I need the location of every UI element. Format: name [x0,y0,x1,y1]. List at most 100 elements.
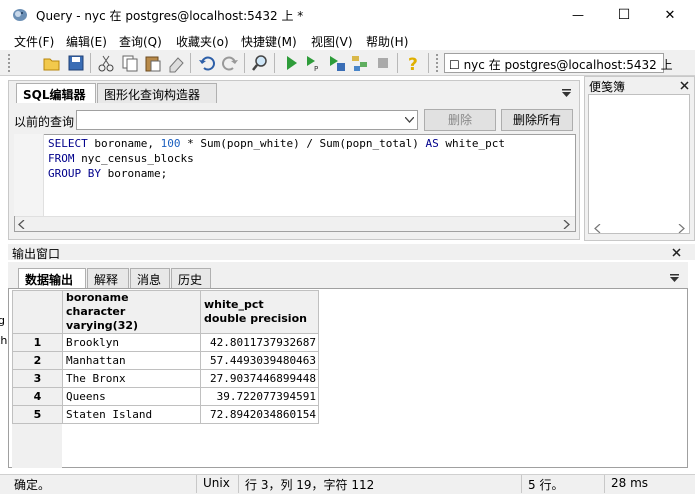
previous-queries-select[interactable] [76,110,418,130]
connection-select[interactable]: ☐ nyc 在 postgres@localhost:5432 上 [444,53,673,73]
toolbar-separator [244,53,245,73]
tab-messages[interactable]: 消息 [130,268,170,288]
delete-all-button[interactable]: 删除所有 [501,109,573,131]
cell-boroname[interactable]: Manhattan [62,351,201,370]
cell-boroname[interactable]: Staten Island [62,405,201,424]
cut-icon[interactable] [96,53,116,73]
cell-boroname[interactable]: The Bronx [62,369,201,388]
code-text: boroname; [100,167,168,180]
execute-file-icon[interactable] [327,53,347,73]
clear-icon[interactable] [166,53,186,73]
explain-analyze-icon[interactable] [350,53,370,73]
toolbar-separator [274,53,275,73]
tab-data-output[interactable]: 数据输出 [18,268,86,288]
row-number[interactable]: 3 [12,369,63,388]
scroll-right-icon[interactable] [563,220,570,229]
toolbar-grip [8,54,14,72]
tab-history[interactable]: 历史 [171,268,211,288]
keyword: SELECT [48,137,88,150]
column-header-boroname[interactable]: boroname character varying(32) [62,290,201,334]
scratch-pad-close-icon[interactable] [680,81,689,90]
menu-edit[interactable]: 编辑(E) [66,33,107,50]
toolbar-separator [397,53,398,73]
close-button[interactable]: ✕ [647,0,693,30]
maximize-icon: ☐ [617,7,631,23]
cell-boroname[interactable]: Brooklyn [62,333,201,352]
cell-white-pct[interactable]: 72.8942034860154 [200,405,319,424]
cell-white-pct[interactable]: 39.722077394591 [200,387,319,406]
maximize-button[interactable]: ☐ [601,0,647,30]
undo-icon[interactable] [197,53,217,73]
output-window-title: 输出窗口 [12,247,61,261]
find-icon[interactable] [250,53,270,73]
keyword: AS [425,137,439,150]
cell-white-pct[interactable]: 27.9037446899448 [200,369,319,388]
table-row: 5 Staten Island 72.8942034860154 [12,405,319,424]
menu-help[interactable]: 帮助(H) [366,33,408,50]
tab-explain[interactable]: 解释 [87,268,129,288]
menu-macros[interactable]: 快捷键(M) [241,33,297,50]
title-bar: Query - nyc 在 postgres@localhost:5432 上 … [0,0,695,30]
save-icon[interactable] [66,53,86,73]
menu-file[interactable]: 文件(F) [14,33,54,50]
editor-gutter [14,134,44,216]
menu-view[interactable]: 视图(V) [311,33,353,50]
open-icon[interactable] [42,53,62,73]
table-row: 1 Brooklyn 42.8011737932687 [12,333,319,352]
scratch-pad-title: 便笺簿 [589,80,626,94]
cell-white-pct[interactable]: 42.8011737932687 [200,333,319,352]
status-separator [521,475,522,493]
tab-sql-editor[interactable]: SQL编辑器 [16,83,96,103]
paste-icon[interactable] [143,53,163,73]
table-row: 2 Manhattan 57.4493039480463 [12,351,319,370]
previous-queries-label: 以前的查询 [14,115,75,129]
menu-query[interactable]: 查询(Q) [119,33,162,50]
cell-boroname[interactable]: Queens [62,387,201,406]
toolbar-separator [190,53,191,73]
minimize-icon: — [572,8,584,22]
scroll-left-icon[interactable] [594,224,601,233]
clipped-text: g [0,314,5,327]
minimize-button[interactable]: — [555,0,601,30]
table-corner [12,290,63,334]
row-number[interactable]: 2 [12,351,63,370]
editor-horizontal-scrollbar[interactable] [15,216,575,231]
help-icon[interactable]: ? [403,53,423,73]
copy-icon[interactable] [120,53,140,73]
svg-text:?: ? [408,55,418,73]
scroll-left-icon[interactable] [18,220,25,229]
scratch-pad-editor[interactable] [588,94,690,234]
stop-icon[interactable] [373,53,393,73]
output-close-icon[interactable] [672,248,681,257]
explain-icon[interactable]: P [304,53,324,73]
cell-white-pct[interactable]: 57.4493039480463 [200,351,319,370]
scroll-right-icon[interactable] [678,224,685,233]
delete-button[interactable]: 删除 [424,109,496,131]
clipped-text: th [0,334,8,347]
column-type: character varying(32) [66,305,139,332]
tab-menu-arrow-icon[interactable] [562,89,571,97]
column-type: double precision [204,312,307,325]
redo-icon[interactable] [220,53,240,73]
row-number[interactable]: 1 [12,333,63,352]
keyword: FROM [48,152,75,165]
status-line-ending: Unix [203,476,230,490]
row-number[interactable]: 5 [12,405,63,424]
execute-icon[interactable] [281,53,301,73]
tab-menu-arrow-icon[interactable] [670,274,679,282]
code-text: nyc_census_blocks [74,152,194,165]
svg-text:P: P [314,65,318,73]
tab-graphical-query-builder[interactable]: 图形化查询构造器 [97,83,217,103]
status-separator [196,475,197,493]
output-window-header: 输出窗口 [8,244,695,261]
column-header-white-pct[interactable]: white_pct double precision [200,290,319,334]
menu-favorites[interactable]: 收藏夹(o) [176,33,229,50]
status-row-count: 5 行。 [528,478,564,492]
status-cursor-position: 行 3，列 19，字符 112 [245,478,375,492]
left-clipped-strip: g th [0,270,8,350]
close-icon: ✕ [664,7,676,23]
table-row: 4 Queens 39.722077394591 [12,387,319,406]
row-number[interactable]: 4 [12,387,63,406]
table-header-row: boroname character varying(32) white_pct d… [12,290,319,334]
column-name: white_pct [204,298,264,311]
